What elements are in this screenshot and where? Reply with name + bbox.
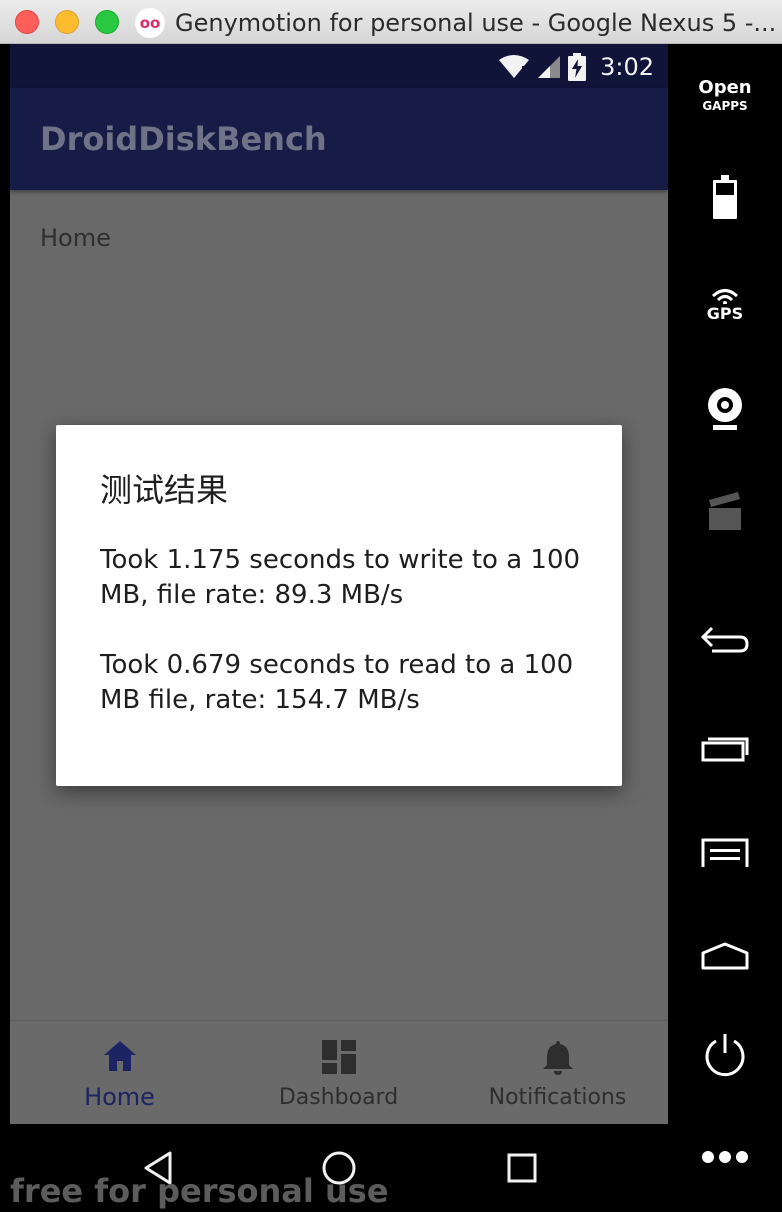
opengapps-label-line2: GAPPS [702, 99, 748, 113]
window-close-button[interactable] [15, 10, 39, 34]
home-outline-icon [701, 942, 749, 970]
nav-item-home[interactable]: Home [10, 1021, 229, 1124]
status-bar: 3:02 [10, 44, 668, 88]
webcam-icon [708, 388, 742, 430]
more-dots-icon [702, 1151, 748, 1163]
menu-tool-button[interactable] [668, 830, 782, 874]
nav-item-notifications[interactable]: Notifications [448, 1021, 667, 1124]
gps-label: GPS [706, 303, 744, 323]
recent-apps-icon [701, 737, 749, 762]
opengapps-button[interactable]: Open GAPPS [668, 72, 782, 122]
genymotion-toolbar: Open GAPPS GPS [668, 44, 782, 1212]
bell-icon [542, 1041, 573, 1075]
power-icon [705, 1034, 745, 1077]
signal-icon [538, 56, 561, 78]
bottom-navigation: Home Dashboard Notifications [10, 1020, 668, 1124]
gps-signal-icon [711, 288, 739, 304]
window-minimize-button[interactable] [55, 10, 79, 34]
results-dialog: 测试结果 Took 1.175 seconds to write to a 10… [56, 425, 622, 786]
app-title: DroidDiskBench [40, 120, 327, 158]
battery-charging-icon [568, 53, 587, 81]
battery-icon [713, 175, 737, 219]
window-titlebar: oo Genymotion for personal use - Google … [0, 0, 782, 44]
back-tool-button[interactable] [668, 618, 782, 662]
home-text: Home [40, 224, 111, 252]
status-clock: 3:02 [600, 53, 654, 81]
window-maximize-button[interactable] [95, 10, 119, 34]
watermark-text: free for personal use [10, 1172, 389, 1210]
window-title: Genymotion for personal use - Google Nex… [175, 9, 777, 37]
home-tool-button[interactable] [668, 934, 782, 978]
opengapps-label-line1: Open [698, 77, 752, 98]
camera-tool-button[interactable] [668, 384, 782, 434]
menu-icon [701, 838, 749, 867]
power-tool-button[interactable] [668, 1030, 782, 1080]
gps-tool-button[interactable]: GPS [668, 280, 782, 330]
recents-square-icon[interactable] [502, 1148, 542, 1188]
more-tool-button[interactable] [668, 1142, 782, 1172]
nav-label-dashboard: Dashboard [278, 1085, 399, 1110]
dashboard-icon [321, 1040, 356, 1074]
nav-item-dashboard[interactable]: Dashboard [229, 1021, 448, 1124]
capture-tool-button[interactable] [668, 488, 782, 532]
battery-tool-button[interactable] [668, 172, 782, 222]
app-bar: DroidDiskBench [10, 88, 668, 190]
dialog-message: Took 1.175 seconds to write to a 100 MB,… [100, 545, 581, 715]
clapperboard-icon [709, 492, 741, 530]
recent-apps-tool-button[interactable] [668, 726, 782, 770]
dialog-title: 测试结果 [100, 471, 229, 509]
home-icon [103, 1041, 136, 1071]
nav-label-notifications: Notifications [488, 1085, 627, 1110]
wifi-icon [499, 55, 530, 78]
back-arrow-icon [700, 626, 749, 653]
nav-label-home: Home [84, 1083, 155, 1111]
genymotion-logo-icon: oo [135, 8, 165, 38]
